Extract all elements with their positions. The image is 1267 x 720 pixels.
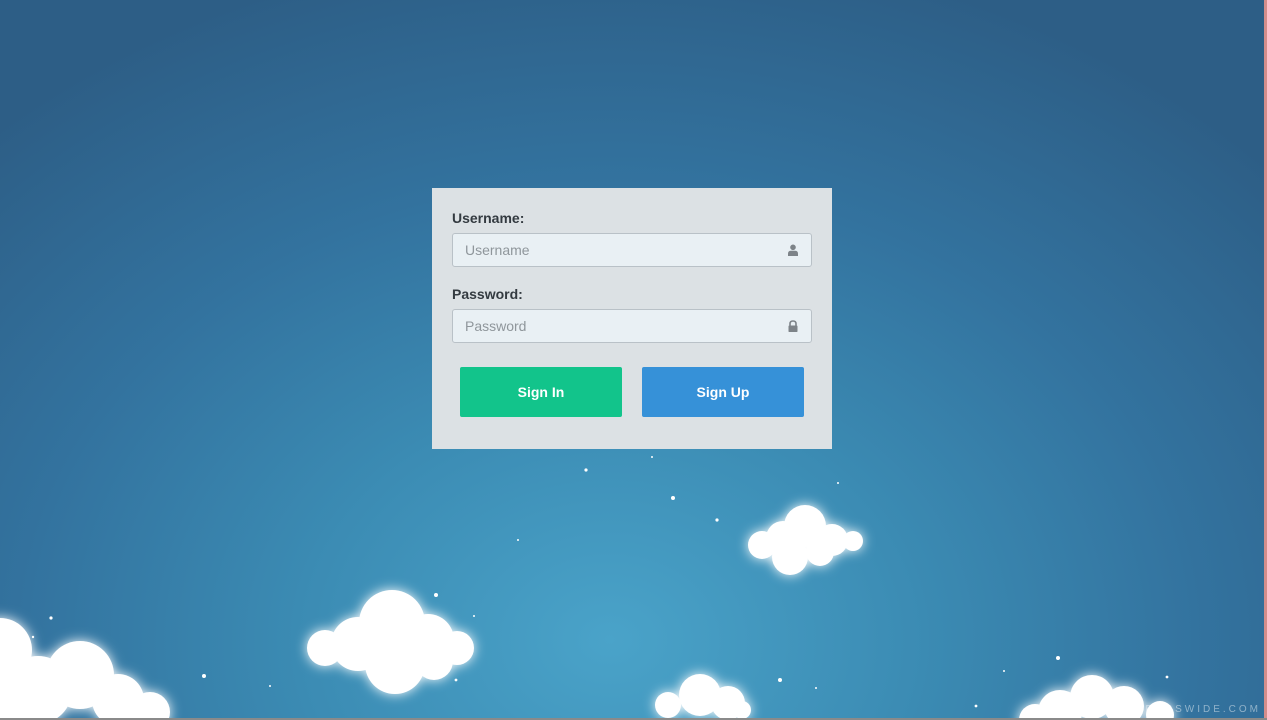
password-field-wrapper [452, 309, 812, 343]
sign-in-button[interactable]: Sign In [460, 367, 622, 417]
stars [31, 456, 1169, 708]
user-icon [788, 244, 798, 256]
password-label: Password: [452, 286, 523, 302]
cloud [0, 618, 170, 720]
cloud [655, 674, 751, 720]
lock-icon [788, 320, 798, 332]
sign-up-button[interactable]: Sign Up [642, 367, 804, 417]
password-input[interactable] [452, 309, 812, 343]
cloud [307, 590, 474, 694]
login-form: Username: Password: Sign In Sign Up [432, 188, 832, 449]
username-label: Username: [452, 210, 525, 226]
watermark: WALLPAPERSWIDE.COM [1088, 704, 1261, 715]
username-field-wrapper [452, 233, 812, 267]
button-row: Sign In Sign Up [452, 367, 812, 417]
cloud [748, 505, 863, 575]
username-input[interactable] [452, 233, 812, 267]
